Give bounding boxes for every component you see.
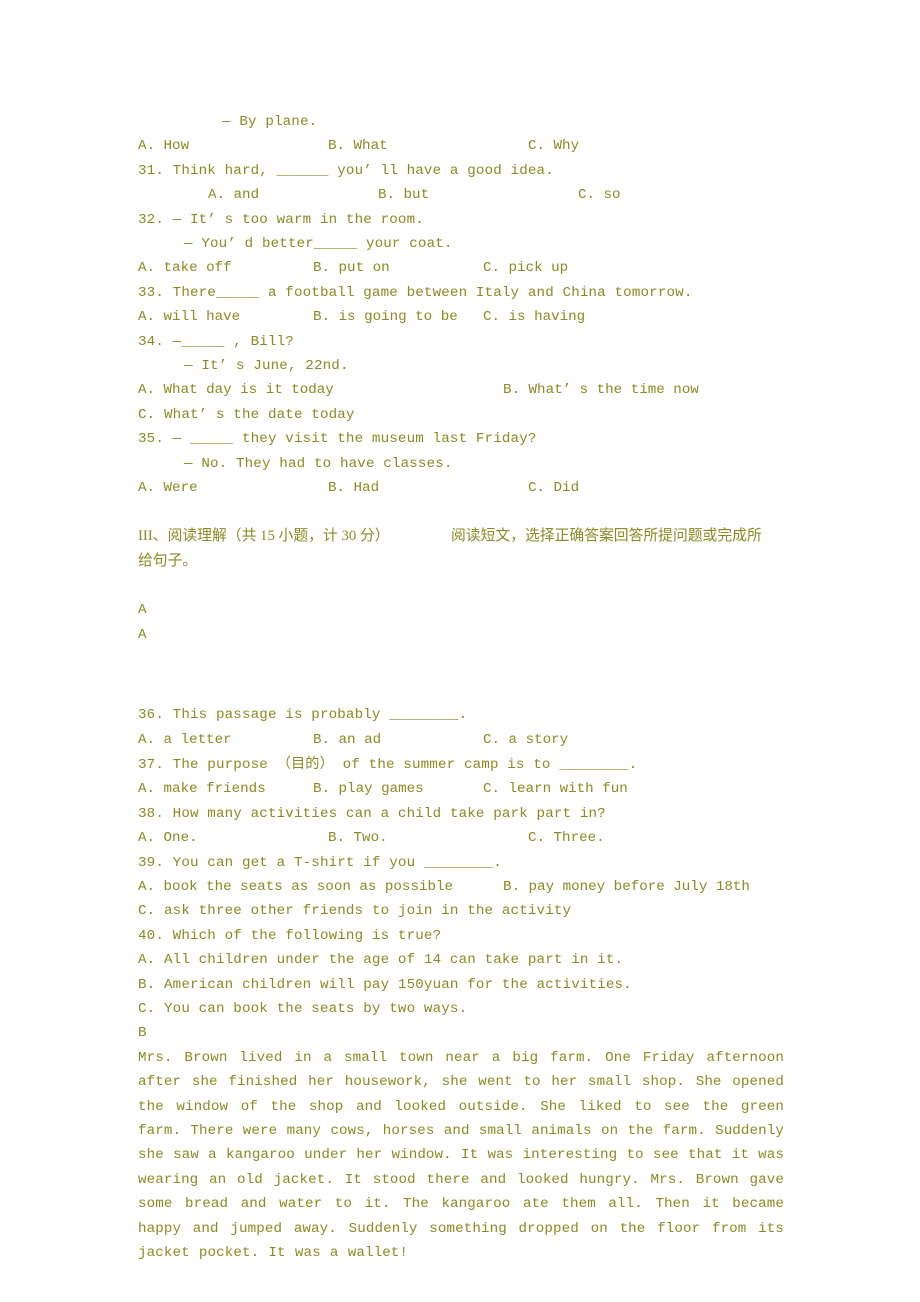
option-a[interactable]: A. What day is it today: [138, 378, 334, 402]
question-40-option-c[interactable]: C. You can book the seats by two ways.: [138, 997, 784, 1021]
question-40-option-b[interactable]: B. American children will pay 150yuan fo…: [138, 973, 784, 997]
document-page: — By plane. A. How B. What C. Why 31. Th…: [0, 0, 920, 1302]
option-b[interactable]: B. pay money before July 18th: [503, 875, 750, 899]
option-c[interactable]: C. Did: [528, 476, 579, 500]
question-35-options: A. Were B. Had C. Did: [138, 476, 784, 500]
passage-a-marker-1: A: [138, 602, 147, 619]
passage-a-body-gap: [138, 647, 784, 691]
reading-section-instruction: 阅读短文，选择正确答案回答所提问题或完成所: [451, 528, 762, 545]
question-33-stem: 33. There_____ a football game between I…: [138, 284, 693, 301]
option-a[interactable]: A. Were: [138, 476, 198, 500]
option-c[interactable]: C. Why: [528, 134, 579, 158]
reading-section-instruction-cont: 给句子。: [138, 553, 198, 570]
question-30-options: A. How B. What C. Why: [138, 134, 784, 158]
question-34-option-c[interactable]: C. What’ s the date today: [138, 403, 784, 427]
question-37-options: A. make friends B. play games C. learn w…: [138, 777, 784, 801]
option-a[interactable]: A. take off: [138, 256, 232, 280]
option-c[interactable]: C. is having: [483, 305, 585, 329]
document-text-column: — By plane. A. How B. What C. Why 31. Th…: [138, 110, 784, 1266]
passage-b-text: Mrs. Brown lived in a small town near a …: [138, 1049, 784, 1262]
question-34-stem: 34. —_____ , Bill?: [138, 333, 294, 350]
option-b[interactable]: B. an ad: [313, 728, 381, 752]
question-35-reply: — No. They had to have classes.: [184, 455, 453, 472]
question-37-stem: 37. The purpose （目的） of the summer camp …: [138, 752, 784, 777]
question-33-options: A. will have B. is going to be C. is hav…: [138, 305, 784, 329]
option-c[interactable]: C. Three.: [528, 826, 605, 850]
option-b[interactable]: B. What’ s the time now: [503, 378, 699, 402]
option-a[interactable]: A. will have: [138, 305, 240, 329]
question-36-options: A. a letter B. an ad C. a story: [138, 728, 784, 752]
option-b[interactable]: B. Had: [328, 476, 379, 500]
option-b[interactable]: B. Two.: [328, 826, 388, 850]
reading-section-header: III、阅读理解（共 15 小题，计 30 分） 阅读短文，选择正确答案回答所提…: [138, 524, 784, 574]
option-b[interactable]: B. play games: [313, 777, 424, 801]
question-39-stem: 39. You can get a T-shirt if you _______…: [138, 854, 502, 871]
passage-a-body-gap-2: [138, 691, 784, 703]
question-40-option-a[interactable]: A. All children under the age of 14 can …: [138, 948, 784, 972]
option-c[interactable]: C. pick up: [483, 256, 568, 280]
question-38-stem: 38. How many activities can a child take…: [138, 805, 606, 822]
question-38-options: A. One. B. Two. C. Three.: [138, 826, 784, 850]
option-c[interactable]: C. learn with fun: [483, 777, 628, 801]
option-a[interactable]: A. make friends: [138, 777, 266, 801]
question-39-options-row1: A. book the seats as soon as possible B.…: [138, 875, 784, 899]
header-gap: [138, 574, 784, 598]
question-31-options: A. and B. but C. so: [138, 183, 784, 207]
option-b[interactable]: B. put on: [313, 256, 390, 280]
option-a[interactable]: A. One.: [138, 826, 198, 850]
option-a[interactable]: A. and: [208, 183, 259, 207]
question-39-option-c[interactable]: C. ask three other friends to join in th…: [138, 899, 784, 923]
question-36-stem: 36. This passage is probably ________.: [138, 707, 468, 724]
option-b[interactable]: B. What: [328, 134, 388, 158]
question-32-reply: — You’ d better_____ your coat.: [184, 236, 453, 252]
option-c[interactable]: C. a story: [483, 728, 568, 752]
question-31-stem: 31. Think hard, ______ you’ ll have a go…: [138, 162, 554, 179]
option-c[interactable]: C. so: [578, 183, 621, 207]
question-34-reply: — It’ s June, 22nd.: [184, 358, 349, 374]
question-30-answer-line: — By plane.: [222, 114, 318, 130]
question-35-stem: 35. — _____ they visit the museum last F…: [138, 431, 537, 448]
option-a[interactable]: A. How: [138, 134, 189, 158]
question-37-stem-post: ） of the summer camp is to ________.: [319, 757, 638, 774]
option-b[interactable]: B. is going to be: [313, 305, 458, 329]
passage-b-marker: B: [138, 1025, 147, 1042]
reading-section-title: III、阅读理解（共 15 小题，计 30 分）: [138, 528, 390, 545]
question-37-stem-gloss: 目的: [290, 756, 320, 773]
option-a[interactable]: A. book the seats as soon as possible: [138, 875, 453, 899]
option-b[interactable]: B. but: [378, 183, 429, 207]
question-40-stem: 40. Which of the following is true?: [138, 927, 442, 944]
question-34-options-row1: A. What day is it today B. What’ s the t…: [138, 378, 784, 402]
question-32-stem: 32. — It’ s too warm in the room.: [138, 211, 424, 228]
option-a[interactable]: A. a letter: [138, 728, 232, 752]
passage-a-marker-2: A: [138, 626, 147, 643]
question-32-options: A. take off B. put on C. pick up: [138, 256, 784, 280]
